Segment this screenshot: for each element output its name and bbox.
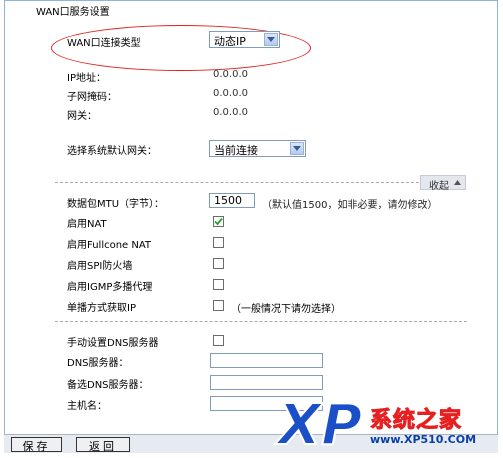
nat-label: 启用NAT [67,219,107,230]
collapse-button[interactable]: 收起 [420,175,466,192]
nat-checkbox[interactable] [213,216,224,227]
fullcone-label: 启用Fullcone NAT [67,240,152,251]
watermark-text: 系统之家 [369,408,463,434]
frame-right-border [497,0,498,434]
unicast-label: 单播方式获取IP [67,303,136,314]
wan-type-value: 动态IP [214,35,246,48]
ip-value: 0.0.0.0 [213,69,248,80]
gateway-value: 0.0.0.0 [213,107,248,118]
primary-dns-input[interactable] [210,353,323,368]
mtu-label: 数据包MTU（字节）： [67,199,165,210]
manual-dns-checkbox[interactable] [213,335,224,346]
mtu-hint: （默认值1500，如非必要，请勿修改） [262,200,438,211]
chevron-up-icon [454,180,461,185]
watermark-url: www.XP510.COM [370,433,477,446]
spi-label: 启用SPI防火墙 [67,261,133,272]
secondary-dns-label: 备选DNS服务器： [67,380,149,391]
igmp-label: 启用IGMP多播代理 [67,282,153,293]
default-gateway-value: 当前连接 [214,144,258,157]
primary-dns-label: DNS服务器： [67,358,129,369]
mask-value: 0.0.0.0 [213,88,248,99]
section-divider [55,321,467,322]
frame-top-border [4,0,498,1]
hostname-label: 主机名： [67,401,107,412]
collapse-label: 收起 [429,181,449,192]
save-button[interactable]: 保存 [11,437,62,453]
ip-label: IP地址： [67,73,106,84]
checkmark-icon [214,217,223,226]
watermark-brand: XP [275,393,362,458]
unicast-checkbox[interactable] [213,300,224,311]
spi-checkbox[interactable] [213,258,224,269]
fullcone-checkbox[interactable] [213,237,224,248]
section-divider [55,182,419,183]
back-button[interactable]: 返回 [76,437,130,453]
wan-type-select[interactable]: 动态IP [209,31,280,48]
mask-label: 子网掩码： [67,92,117,103]
chevron-down-icon[interactable] [264,33,278,46]
igmp-checkbox[interactable] [213,279,224,290]
section-title: WAN口服务设置 [36,7,110,18]
unicast-hint: （一般情况下请勿选择） [231,304,341,315]
frame-left-border [4,0,5,434]
manual-dns-label: 手动设置DNS服务器 [67,338,159,349]
chevron-down-icon[interactable] [290,142,304,155]
wan-type-label: WAN口连接类型 [67,38,141,49]
mtu-value: 1500 [214,194,242,207]
gateway-label: 网关： [67,111,97,122]
default-gateway-label: 选择系统默认网关： [67,146,157,157]
mtu-input[interactable]: 1500 [209,193,255,208]
default-gateway-select[interactable]: 当前连接 [209,140,306,157]
